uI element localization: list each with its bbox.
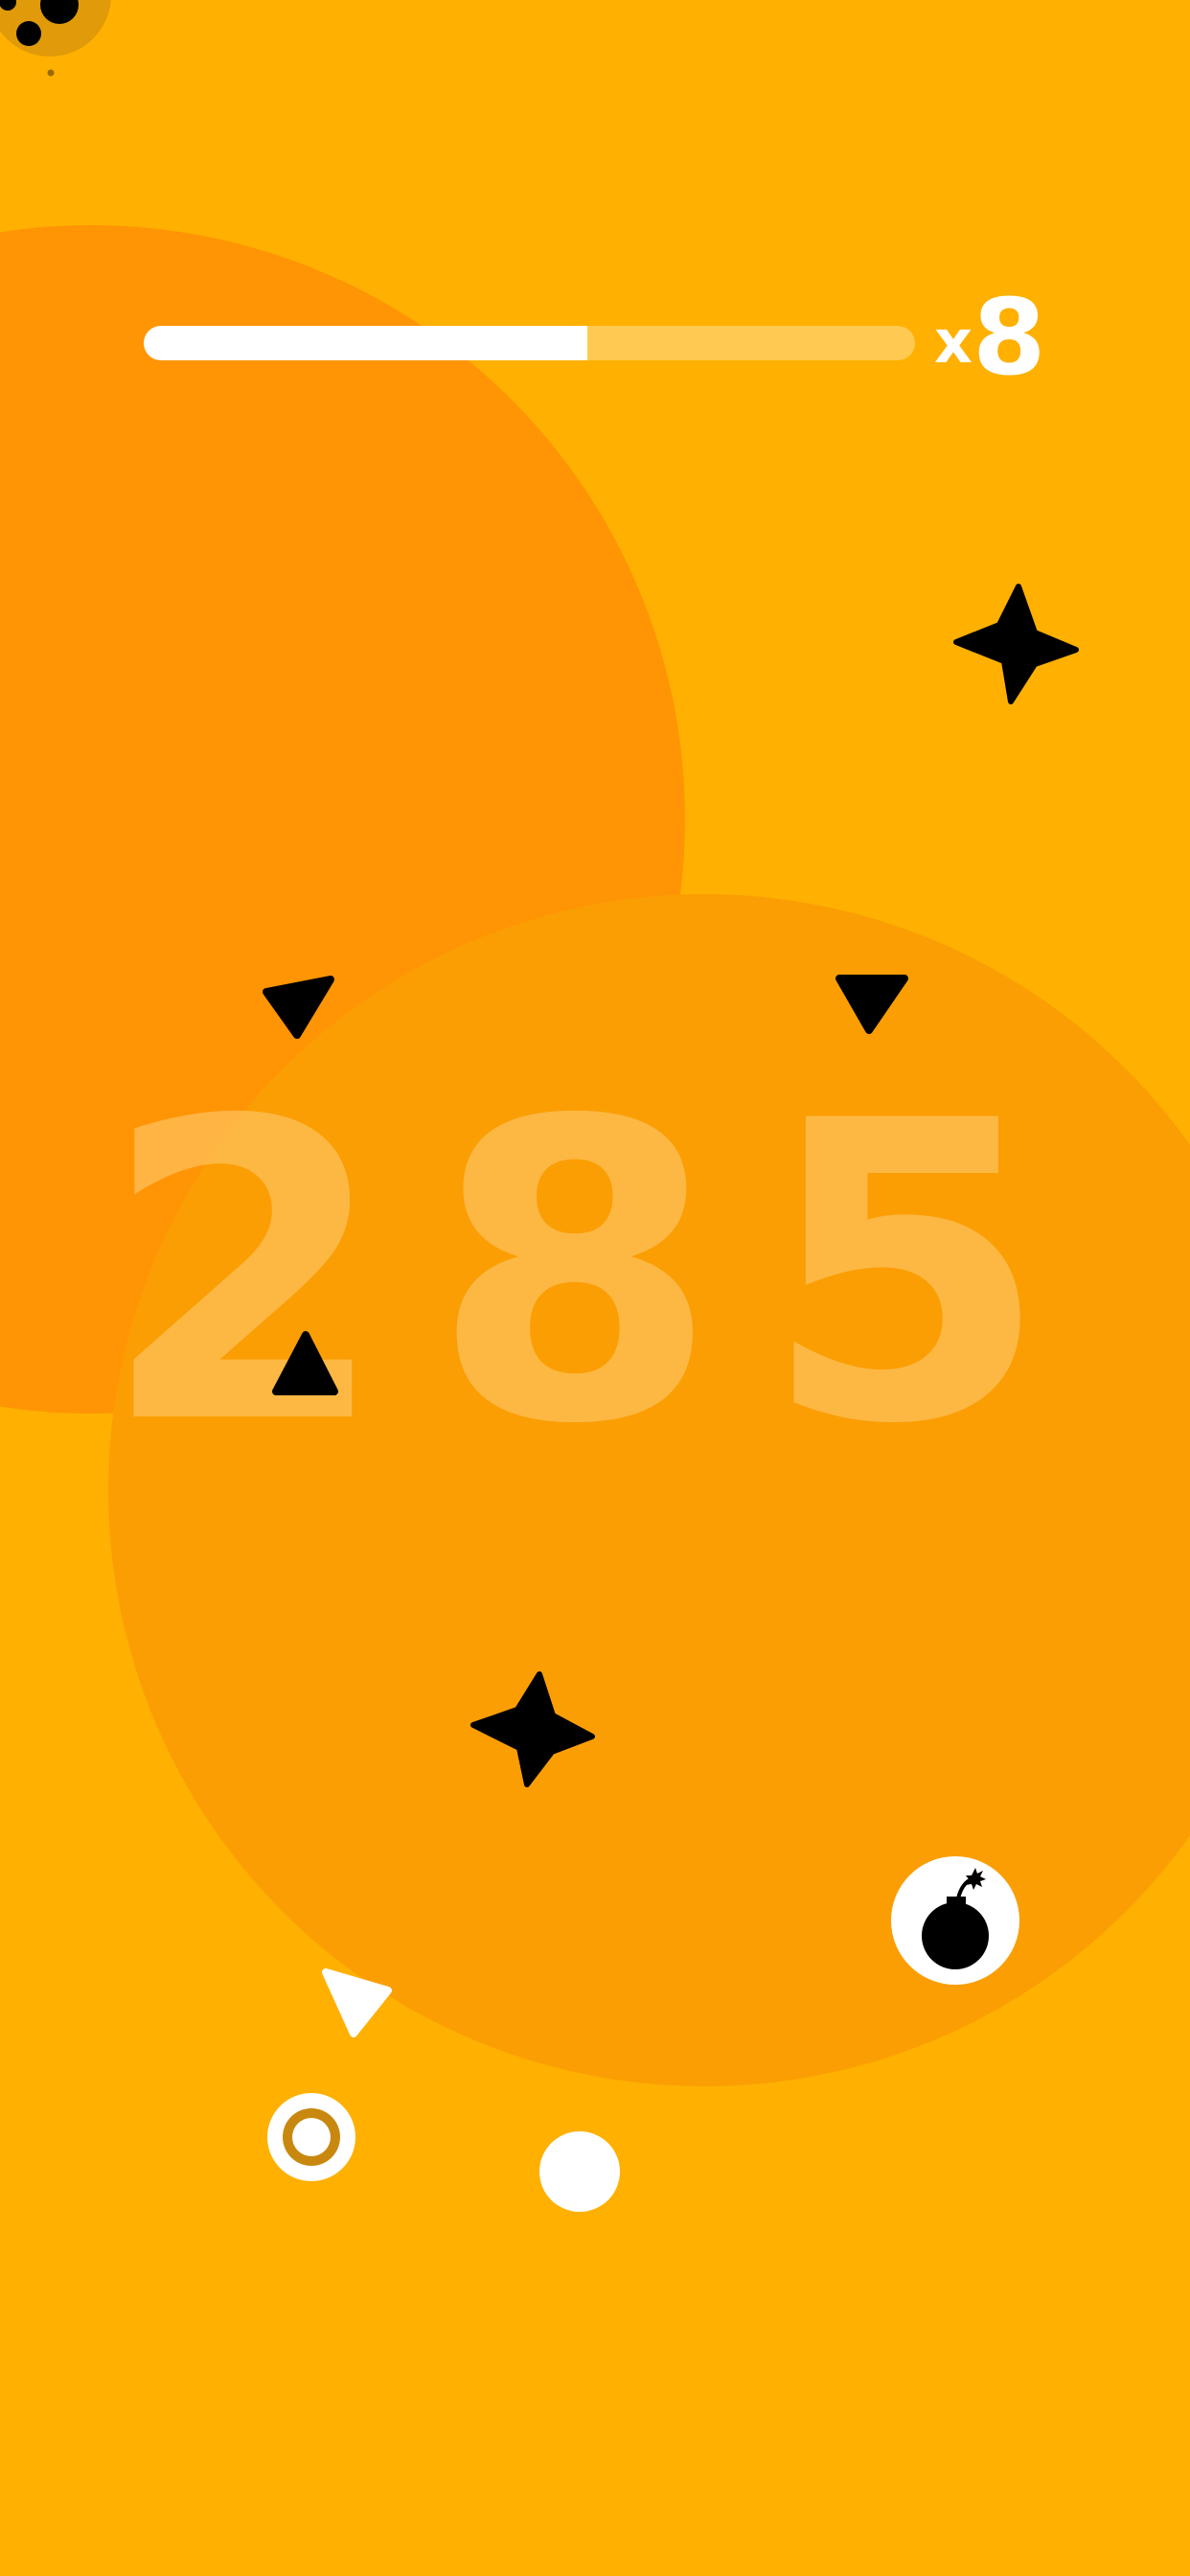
bomb-button[interactable] <box>891 1856 1019 1985</box>
enemy-triangle <box>835 975 908 1034</box>
player-target-ring <box>267 2093 355 2181</box>
multiplier-progress-bar <box>144 326 915 360</box>
corner-orb <box>0 0 111 77</box>
player-triangle <box>322 1968 392 2037</box>
multiplier-value: 8 <box>973 276 1046 399</box>
player-ball <box>539 2131 620 2212</box>
enemy-star <box>953 584 1079 704</box>
score-multiplier: x8 <box>934 276 1046 401</box>
multiplier-progress-fill <box>144 326 587 360</box>
enemy-triangle <box>272 1331 338 1395</box>
bomb-icon <box>922 1868 989 1969</box>
enemy-star <box>470 1671 595 1787</box>
enemy-triangle <box>263 976 334 1039</box>
multiplier-prefix: x <box>934 307 973 377</box>
